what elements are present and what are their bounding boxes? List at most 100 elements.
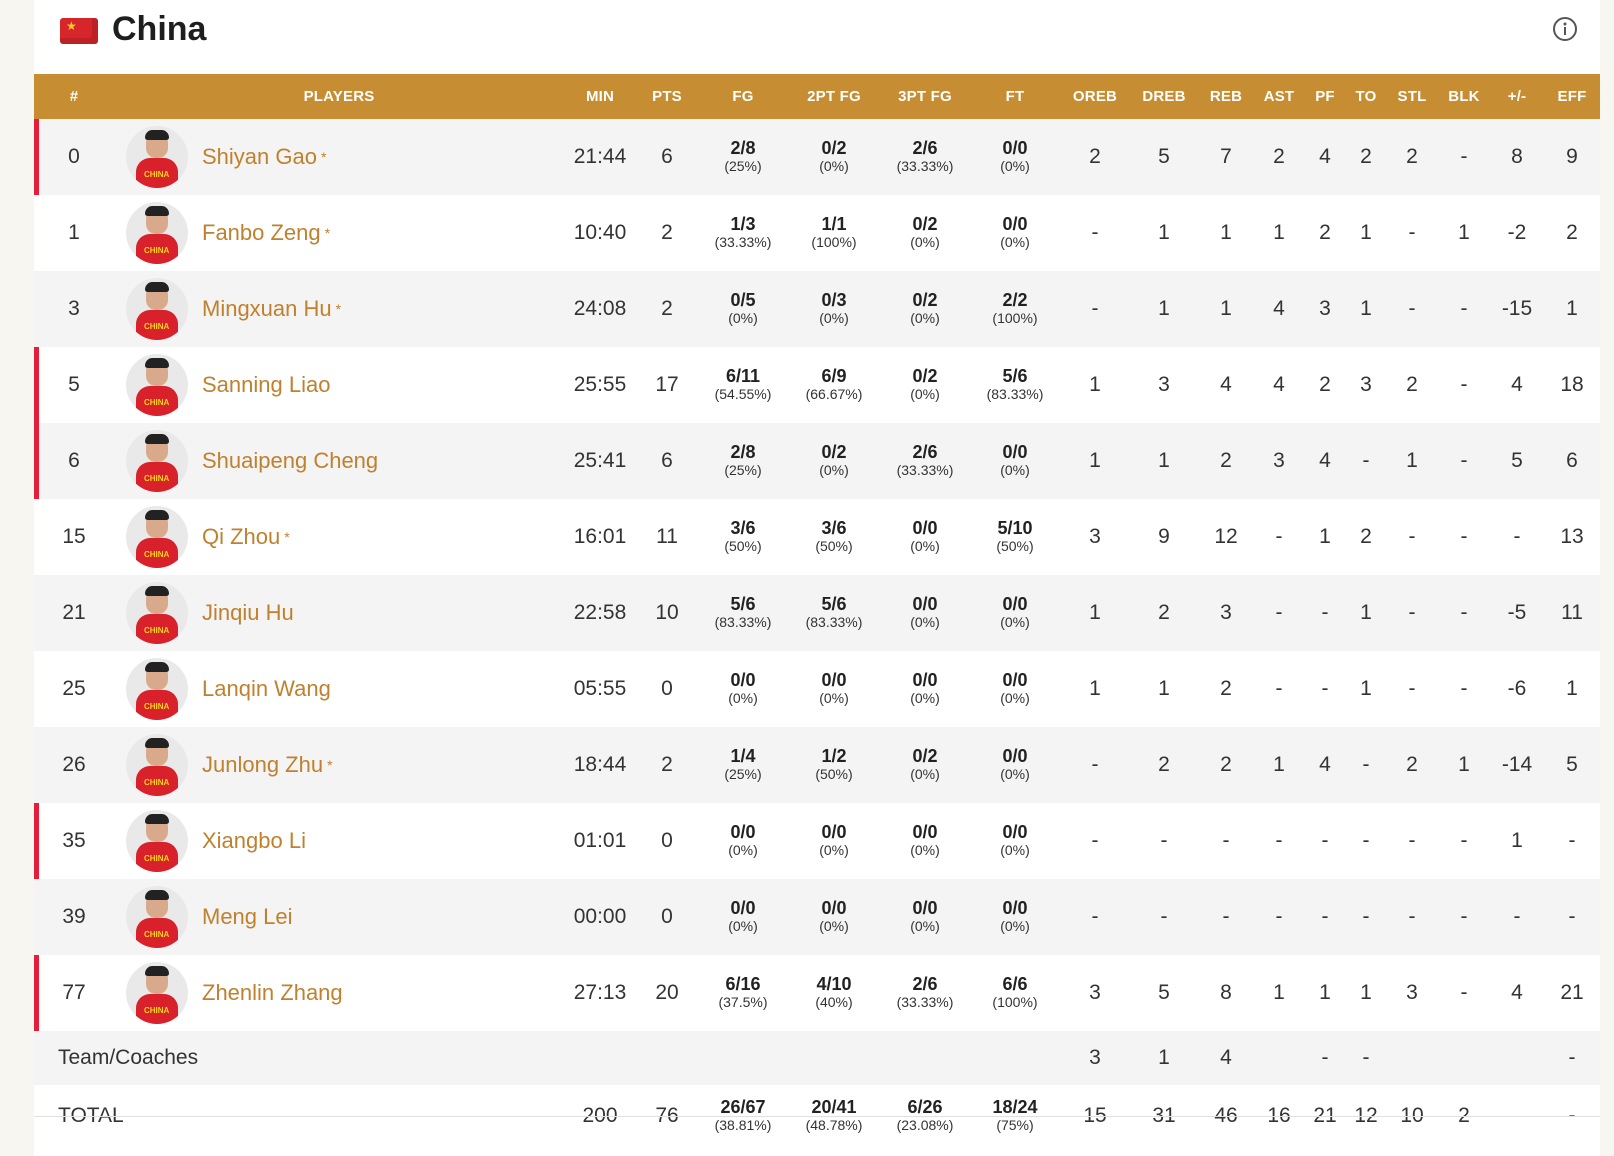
stat-pf: 2 xyxy=(1319,373,1331,396)
ft-pct: (0%) xyxy=(1000,690,1030,706)
column-header[interactable]: 2PT FG xyxy=(788,74,880,119)
column-header[interactable]: # xyxy=(34,74,114,119)
column-header[interactable]: +/- xyxy=(1490,74,1544,119)
stat-ast: - xyxy=(1275,905,1283,928)
table-row[interactable]: 1 CHINA Fanbo Zeng * 10:40 2 1/3 (33.33%) 1/1 (10… xyxy=(34,195,1600,271)
player-cell[interactable]: CHINA Shuaipeng Cheng xyxy=(114,423,564,499)
points: 2 xyxy=(661,753,673,776)
player-cell[interactable]: CHINA Xiangbo Li xyxy=(114,803,564,879)
ft: 0/0 (0%) xyxy=(970,423,1060,499)
fg-pct: (0%) xyxy=(728,310,758,326)
stat-pf: - xyxy=(1321,905,1329,928)
ft: 0/0 (0%) xyxy=(970,651,1060,727)
player-cell[interactable]: CHINA Shiyan Gao * xyxy=(114,119,564,195)
player-name-link[interactable]: Shuaipeng Cheng xyxy=(202,448,378,474)
column-header[interactable]: PTS xyxy=(636,74,698,119)
fg2: 0/0 (0%) xyxy=(788,803,880,879)
player-avatar: CHINA xyxy=(126,658,188,720)
player-name-link[interactable]: Mingxuan Hu xyxy=(202,296,332,322)
table-row[interactable]: 21 CHINA Jinqiu Hu 22:58 10 5/6 (83.33%) 5/6 (83… xyxy=(34,575,1600,651)
stat-to: 1 xyxy=(1360,297,1372,320)
table-row[interactable]: 35 CHINA Xiangbo Li 01:01 0 0/0 (0%) 0/0 (0%) 0/0… xyxy=(34,803,1600,879)
table-row[interactable]: 3 CHINA Mingxuan Hu * 24:08 2 0/5 (0%) 0/3 (0%) 0/… xyxy=(34,271,1600,347)
player-cell[interactable]: CHINA Lanqin Wang xyxy=(114,651,564,727)
player-name-link[interactable]: Lanqin Wang xyxy=(202,676,331,702)
fg2-made: 4/10 xyxy=(816,974,852,994)
player-cell[interactable]: CHINA Meng Lei xyxy=(114,879,564,955)
stat-dreb: 2 xyxy=(1158,601,1170,624)
player-cell[interactable]: CHINA Fanbo Zeng * xyxy=(114,195,564,271)
player-cell[interactable]: CHINA Mingxuan Hu * xyxy=(114,271,564,347)
fg2: 0/2 (0%) xyxy=(788,119,880,195)
stat-stl: - xyxy=(1408,905,1416,928)
player-name-link[interactable]: Jinqiu Hu xyxy=(202,600,294,626)
player-name-link[interactable]: Xiangbo Li xyxy=(202,828,306,854)
ft-pct: (100%) xyxy=(992,310,1038,326)
player-name-link[interactable]: Shiyan Gao xyxy=(202,144,317,170)
table-row[interactable]: 77 CHINA Zhenlin Zhang 27:13 20 6/16 (37.5%) 4/… xyxy=(34,955,1600,1031)
column-header[interactable]: PLAYERS xyxy=(114,74,564,119)
stat-eff: 6 xyxy=(1566,449,1578,472)
player-cell[interactable]: CHINA Zhenlin Zhang xyxy=(114,955,564,1031)
stat-blk: - xyxy=(1460,525,1468,548)
stat-pf: 4 xyxy=(1319,145,1331,168)
points: 11 xyxy=(656,525,678,548)
column-header[interactable]: EFF xyxy=(1544,74,1600,119)
player-name-link[interactable]: Meng Lei xyxy=(202,904,293,930)
player-name-link[interactable]: Junlong Zhu xyxy=(202,752,323,778)
minutes: 18:44 xyxy=(573,753,627,776)
column-header[interactable]: PF xyxy=(1304,74,1346,119)
fg3-made: 0/0 xyxy=(912,898,938,918)
column-header[interactable]: FG xyxy=(698,74,788,119)
fg2-pct: (50%) xyxy=(815,538,853,554)
player-cell[interactable]: CHINA Sanning Liao xyxy=(114,347,564,423)
points: 10 xyxy=(655,601,679,624)
column-header[interactable]: 3PT FG xyxy=(880,74,970,119)
fg2-pct: (0%) xyxy=(819,918,849,934)
player-cell[interactable]: CHINA Qi Zhou * xyxy=(114,499,564,575)
stat-blk: 1 xyxy=(1458,753,1470,776)
stat-dreb: 2 xyxy=(1158,753,1170,776)
column-header[interactable]: DREB xyxy=(1130,74,1198,119)
column-header[interactable]: REB xyxy=(1198,74,1254,119)
fg3-pct: (0%) xyxy=(910,538,940,554)
player-name-link[interactable]: Zhenlin Zhang xyxy=(202,980,343,1006)
fg-made: 1/3 xyxy=(730,214,756,234)
column-header[interactable]: FT xyxy=(970,74,1060,119)
player-name-link[interactable]: Sanning Liao xyxy=(202,372,330,398)
column-header[interactable]: TO xyxy=(1346,74,1386,119)
table-row[interactable]: 25 CHINA Lanqin Wang 05:55 0 0/0 (0%) 0/0 (0%) 0/… xyxy=(34,651,1600,727)
column-header[interactable]: AST xyxy=(1254,74,1304,119)
table-row[interactable]: 0 CHINA Shiyan Gao * 21:44 6 2/8 (25%) 0/2 (0%) 2/… xyxy=(34,119,1600,195)
table-row[interactable]: 15 CHINA Qi Zhou * 16:01 11 3/6 (50%) 3/6 (50%) 0/… xyxy=(34,499,1600,575)
table-row[interactable]: 26 CHINA Junlong Zhu * 18:44 2 1/4 (25%) 1/2 (50%… xyxy=(34,727,1600,803)
stat-dreb: - xyxy=(1160,829,1168,852)
info-icon[interactable] xyxy=(1552,16,1578,42)
ft-made: 6/6 xyxy=(1002,974,1028,994)
fg: 3/6 (50%) xyxy=(698,499,788,575)
fg3-made: 0/0 xyxy=(912,822,938,842)
column-header[interactable]: MIN xyxy=(564,74,636,119)
table-row[interactable]: 6 CHINA Shuaipeng Cheng 25:41 6 2/8 (25%) 0/2 (0… xyxy=(34,423,1600,499)
points: 2 xyxy=(661,297,673,320)
player-name-link[interactable]: Qi Zhou xyxy=(202,524,280,550)
stat-ast: 4 xyxy=(1273,297,1285,320)
fg: 0/0 (0%) xyxy=(698,803,788,879)
table-row[interactable]: 39 CHINA Meng Lei 00:00 0 0/0 (0%) 0/0 (0%) 0/0 (0… xyxy=(34,879,1600,955)
player-cell[interactable]: CHINA Junlong Zhu * xyxy=(114,727,564,803)
stat-eff: - xyxy=(1568,829,1576,852)
column-header[interactable]: OREB xyxy=(1060,74,1130,119)
fg2-made: 0/0 xyxy=(821,898,847,918)
ft-pct: (100%) xyxy=(992,994,1038,1010)
table-row[interactable]: 5 CHINA Sanning Liao 25:55 17 6/11 (54.55%) 6/9… xyxy=(34,347,1600,423)
player-name-link[interactable]: Fanbo Zeng xyxy=(202,220,321,246)
starter-asterisk: * xyxy=(327,757,333,773)
stat-dreb: 1 xyxy=(1158,221,1170,244)
fg3: 0/2 (0%) xyxy=(880,347,970,423)
stat-reb: 2 xyxy=(1220,677,1232,700)
stat-eff: 1 xyxy=(1566,677,1578,700)
column-header[interactable]: BLK xyxy=(1438,74,1490,119)
player-cell[interactable]: CHINA Jinqiu Hu xyxy=(114,575,564,651)
stat-blk: - xyxy=(1460,449,1468,472)
column-header[interactable]: STL xyxy=(1386,74,1438,119)
